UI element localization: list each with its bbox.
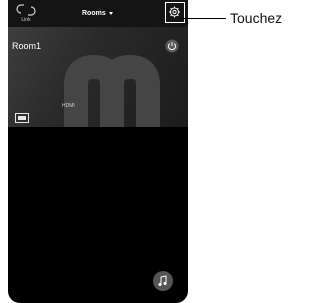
gear-icon — [166, 6, 183, 25]
callout-label: Touchez — [230, 10, 283, 26]
room-name: Room1 — [12, 41, 42, 51]
link-button[interactable]: Link — [16, 3, 36, 25]
chevron-down-icon — [108, 11, 113, 15]
app-screen: Link Rooms Room1 HDMI — [8, 0, 188, 303]
power-icon — [165, 39, 179, 57]
top-bar: Link Rooms — [8, 0, 188, 27]
music-button[interactable] — [153, 271, 173, 291]
source-label: HDMI — [62, 103, 75, 109]
music-note-icon — [153, 275, 173, 295]
hdmi-icon — [15, 110, 29, 123]
settings-button[interactable] — [165, 2, 185, 23]
link-label: Link — [21, 17, 31, 23]
rooms-dropdown[interactable]: Rooms — [82, 7, 113, 19]
room-card[interactable]: Room1 HDMI — [8, 27, 188, 127]
rooms-title: Rooms — [82, 9, 106, 17]
power-button[interactable] — [165, 39, 179, 53]
callout-line — [180, 18, 226, 19]
